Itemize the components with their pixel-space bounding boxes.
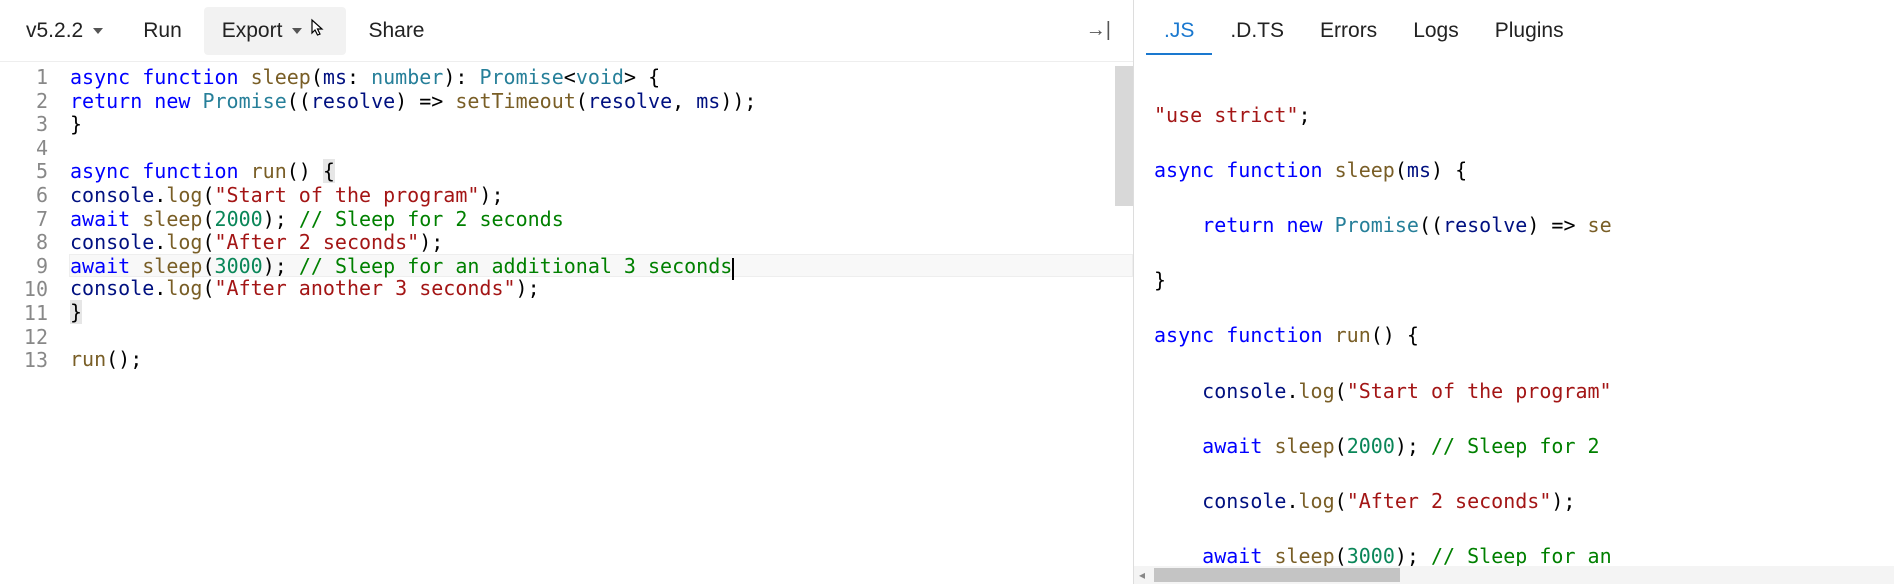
output-line: return new Promise((resolve) => se — [1154, 212, 1894, 240]
text-cursor — [732, 258, 734, 280]
code-line — [70, 137, 1133, 161]
code-line: } — [70, 113, 1133, 137]
chevron-down-icon — [292, 28, 302, 34]
output-line: async function run() { — [1154, 322, 1894, 350]
output-line: } — [1154, 267, 1894, 295]
tab-dts[interactable]: .D.TS — [1212, 7, 1302, 55]
code-line: } — [70, 301, 1133, 325]
code-line: return new Promise((resolve) => setTimeo… — [70, 90, 1133, 114]
toolbar: v5.2.2 Run Export Share →| — [0, 0, 1133, 62]
horizontal-scrollbar[interactable]: ◂ — [1134, 566, 1894, 584]
code-area[interactable]: async function sleep(ms: number): Promis… — [70, 66, 1133, 584]
output-line: async function sleep(ms) { — [1154, 157, 1894, 185]
code-line: await sleep(2000); // Sleep for 2 second… — [70, 208, 1133, 232]
code-line — [70, 325, 1133, 349]
share-button[interactable]: Share — [350, 7, 442, 55]
code-line-current: await sleep(3000); // Sleep for an addit… — [69, 254, 1133, 278]
tab-js[interactable]: .JS — [1146, 7, 1212, 55]
code-line: async function run() { — [70, 160, 1133, 184]
version-label: v5.2.2 — [26, 19, 83, 43]
code-line: console.log("Start of the program"); — [70, 184, 1133, 208]
tab-errors[interactable]: Errors — [1302, 7, 1395, 55]
tab-logs[interactable]: Logs — [1395, 7, 1477, 55]
right-pane: .JS .D.TS Errors Logs Plugins "use stric… — [1134, 0, 1894, 584]
code-line: console.log("After another 3 seconds"); — [70, 277, 1133, 301]
code-line: console.log("After 2 seconds"); — [70, 231, 1133, 255]
code-line: async function sleep(ms: number): Promis… — [70, 66, 1133, 90]
output-tabs: .JS .D.TS Errors Logs Plugins — [1134, 0, 1894, 62]
js-output[interactable]: "use strict"; async function sleep(ms) {… — [1134, 62, 1894, 566]
export-dropdown[interactable]: Export — [204, 7, 347, 55]
output-line: console.log("Start of the program" — [1154, 378, 1894, 406]
line-gutter: 1 2 3 4 5 6 7 8 9 10 11 12 13 — [0, 66, 70, 584]
tab-plugins[interactable]: Plugins — [1477, 7, 1582, 55]
output-line: await sleep(3000); // Sleep for an — [1154, 543, 1894, 566]
mouse-cursor-icon — [308, 18, 328, 42]
collapse-panel-icon[interactable]: →| — [1072, 9, 1125, 52]
output-line: console.log("After 2 seconds"); — [1154, 488, 1894, 516]
chevron-down-icon — [93, 28, 103, 34]
ts-editor[interactable]: 1 2 3 4 5 6 7 8 9 10 11 12 13 async func… — [0, 62, 1133, 584]
output-line: "use strict"; — [1154, 102, 1894, 130]
app-root: v5.2.2 Run Export Share →| — [0, 0, 1894, 584]
run-button[interactable]: Run — [125, 7, 200, 55]
code-line: run(); — [70, 348, 1133, 372]
scrollbar-thumb[interactable] — [1154, 568, 1400, 582]
version-dropdown[interactable]: v5.2.2 — [8, 7, 121, 55]
output-line: await sleep(2000); // Sleep for 2 — [1154, 433, 1894, 461]
left-pane: v5.2.2 Run Export Share →| — [0, 0, 1134, 584]
scroll-left-icon[interactable]: ◂ — [1136, 568, 1148, 582]
